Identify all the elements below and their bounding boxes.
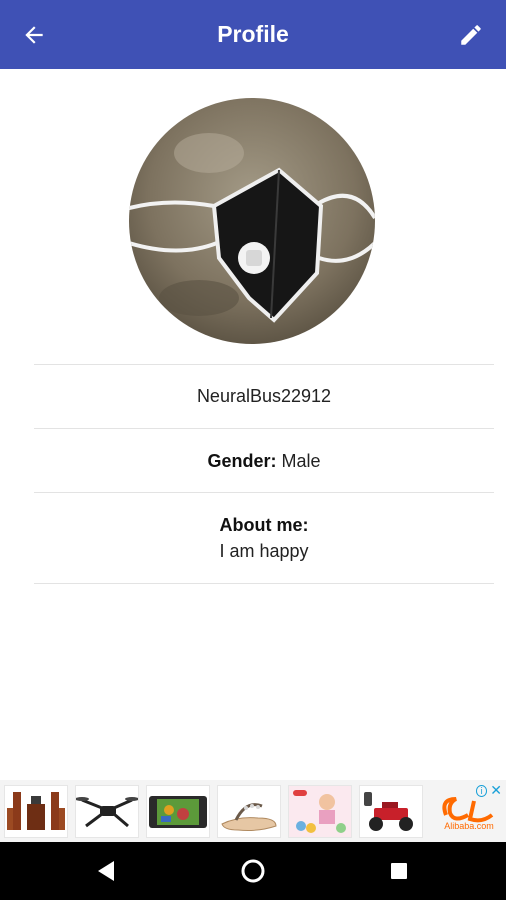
close-icon[interactable]: ✕: [490, 784, 502, 798]
profile-avatar: [129, 98, 375, 344]
divider: [34, 428, 494, 429]
ad-banner[interactable]: i ✕: [0, 780, 506, 842]
about-label-row: About me:: [34, 515, 494, 536]
alibaba-label: Alibaba.com: [444, 821, 494, 831]
square-recents-icon: [391, 863, 407, 879]
divider: [34, 583, 494, 584]
ad-item-drone[interactable]: [75, 785, 139, 838]
nav-back-button[interactable]: [76, 842, 136, 900]
triangle-back-icon: [98, 861, 114, 881]
drone-icon: [76, 797, 138, 828]
nav-home-button[interactable]: [223, 842, 283, 900]
kids-toys-icon: [289, 786, 351, 837]
ad-item-speakers[interactable]: [4, 785, 68, 838]
gender-value: Male: [281, 451, 321, 471]
pencil-edit-icon: [461, 25, 481, 45]
divider: [34, 492, 494, 493]
gender-row: Gender: Male: [34, 451, 494, 472]
edit-profile-button[interactable]: [456, 20, 486, 50]
game-tablet-icon: [149, 796, 207, 828]
speaker-system-icon: [7, 792, 65, 830]
ad-item-rc-car[interactable]: [359, 785, 423, 838]
gender-label: Gender:: [207, 451, 277, 471]
page-title: Profile: [217, 21, 289, 47]
rc-car-icon: [364, 792, 413, 831]
avatar-mask-photo: [129, 98, 375, 344]
ad-controls: i ✕: [476, 783, 502, 799]
system-nav-bar: [0, 842, 506, 900]
nav-recents-button[interactable]: [369, 842, 429, 900]
ad-item-sandal[interactable]: [217, 785, 281, 838]
circle-home-icon: [241, 859, 265, 883]
app-bar: Profile: [0, 0, 506, 69]
ad-item-game-tablet[interactable]: [146, 785, 210, 838]
username: NeuralBus22912: [196, 386, 332, 406]
about-value: I am happy: [219, 541, 309, 561]
sandal-icon: [221, 803, 277, 831]
ad-item-kids-toys[interactable]: [288, 785, 352, 838]
divider: [34, 364, 494, 365]
about-label: About me:: [219, 515, 309, 535]
info-icon[interactable]: i: [476, 785, 488, 797]
